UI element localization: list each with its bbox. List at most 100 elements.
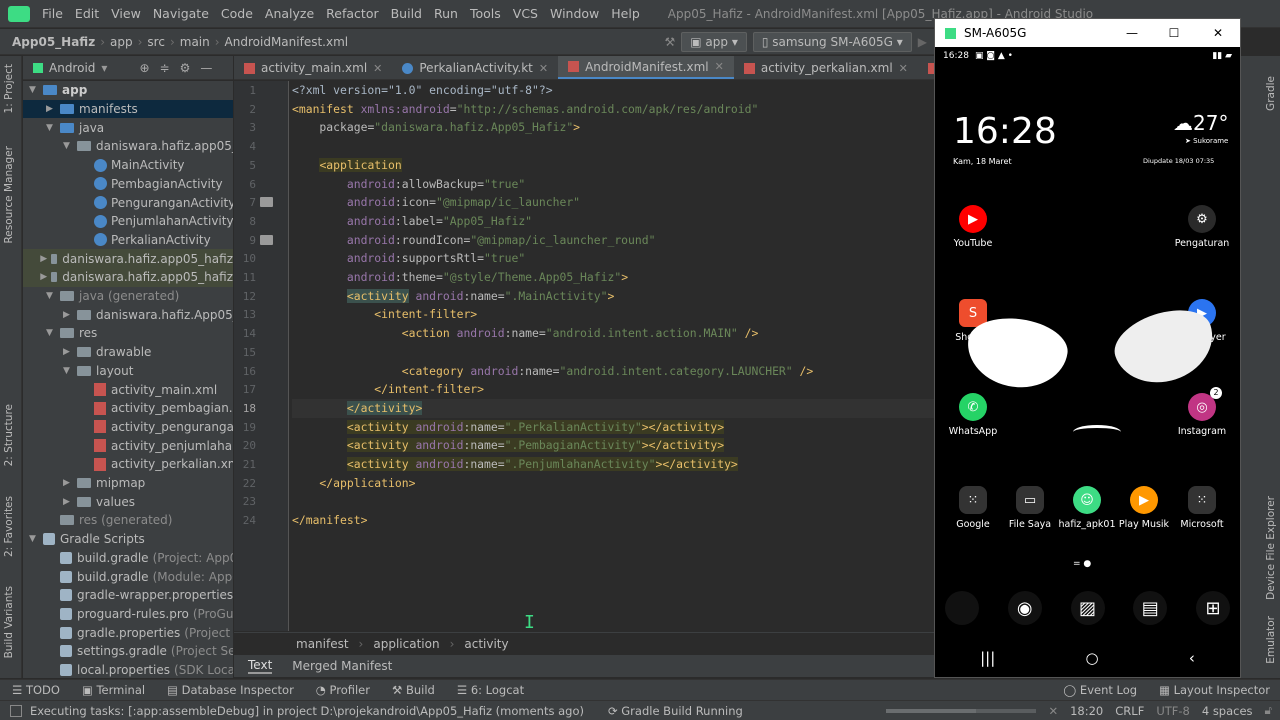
code-line[interactable]: android:label="App05_Hafiz" <box>292 212 532 231</box>
tab-text[interactable]: Text <box>248 658 273 674</box>
editor-tab[interactable]: activity_main.xml ✕ <box>234 56 392 79</box>
device-file-explorer-tab[interactable]: Device File Explorer <box>1265 496 1277 600</box>
project-tree-item[interactable]: ▼ java <box>23 118 104 137</box>
image-preview-icon[interactable] <box>260 234 273 245</box>
chevron-right-icon[interactable]: ▶ <box>63 493 73 511</box>
app-shortcut[interactable]: ✆ WhatsApp <box>943 393 1003 437</box>
chevron-down-icon[interactable]: ▼ <box>63 362 73 380</box>
code-line[interactable]: <activity android:name=".MainActivity"> <box>292 287 614 306</box>
code-line[interactable]: android:icon="@mipmap/ic_launcher" <box>292 193 580 212</box>
menu-item-run[interactable]: Run <box>428 6 464 21</box>
build-task-label[interactable]: ⟳ Gradle Build Running <box>608 704 743 718</box>
device-select[interactable]: ▯ samsung SM-A605G ▾ <box>752 31 912 52</box>
lock-icon[interactable]: 🔓︎ <box>1265 703 1272 718</box>
code-line[interactable]: </intent-filter> <box>292 380 484 399</box>
code-line[interactable]: <intent-filter> <box>292 305 477 324</box>
apps-grid-icon[interactable]: ⊞ <box>1196 591 1230 625</box>
run-config-select[interactable]: ▣ app ▾ <box>681 31 747 52</box>
camera-icon[interactable]: ◉ <box>1007 591 1042 625</box>
project-tree-item[interactable]: PenjumlahanActivity <box>23 212 233 231</box>
project-tree-item[interactable]: ▶ daniswara.hafiz.app05_hafiz <box>23 268 233 287</box>
layout-inspector-tab[interactable]: ▦ Layout Inspector <box>1159 683 1270 697</box>
structure-tab[interactable]: 2: Structure <box>3 404 15 466</box>
menu-item-window[interactable]: Window <box>544 6 605 21</box>
code-line[interactable]: <category android:name="android.intent.c… <box>292 362 814 381</box>
hammer-icon[interactable]: ⚒ <box>665 35 676 49</box>
project-tree-item[interactable]: ▶ manifests <box>23 99 233 119</box>
chevron-right-icon[interactable]: ▶ <box>63 306 73 324</box>
file-encoding[interactable]: UTF-8 <box>1156 704 1190 718</box>
code-line[interactable]: android:roundIcon="@mipmap/ic_launcher_r… <box>292 231 656 250</box>
code-line[interactable]: package="daniswara.hafiz.App05_Hafiz"> <box>292 118 580 137</box>
code-line[interactable]: <application <box>292 156 402 175</box>
close-icon[interactable]: ✕ <box>715 60 724 73</box>
menu-item-analyze[interactable]: Analyze <box>259 6 320 21</box>
xml-crumb-application[interactable]: application <box>373 637 439 651</box>
breadcrumb-file[interactable]: AndroidManifest.xml <box>221 35 353 49</box>
app-shortcut[interactable]: ⁙ Google <box>943 486 1003 530</box>
project-tree-item[interactable]: activity_pembagian.xml <box>23 399 233 418</box>
gradle-tool-tab[interactable]: Gradle <box>1265 76 1277 111</box>
app-shortcut[interactable]: ⁙ Microsoft <box>1172 486 1232 530</box>
project-tree-item[interactable]: res (generated) <box>23 511 172 530</box>
editor-tab[interactable]: AndroidManifest.xml ✕ <box>558 56 734 79</box>
menu-item-tools[interactable]: Tools <box>464 6 507 21</box>
code-line[interactable]: <activity android:name=".PerkalianActivi… <box>292 418 725 437</box>
code-line[interactable]: <manifest xmlns:android="http://schemas.… <box>292 100 758 119</box>
code-line[interactable]: android:allowBackup="true" <box>292 175 525 194</box>
messages-icon[interactable]: ▤ <box>1133 591 1168 625</box>
database-inspector-tab[interactable]: ▤ Database Inspector <box>167 683 294 697</box>
logcat-tab[interactable]: ☰ 6: Logcat <box>457 683 524 697</box>
code-line[interactable]: android:theme="@style/Theme.App05_Hafiz"… <box>292 268 628 287</box>
app-shortcut[interactable]: ▶ Play Musik <box>1114 486 1174 530</box>
chevron-down-icon[interactable]: ▼ <box>29 81 39 99</box>
menu-item-vcs[interactable]: VCS <box>507 6 544 21</box>
back-icon[interactable]: ‹ <box>1189 649 1195 667</box>
home-icon[interactable]: ○ <box>1086 649 1099 667</box>
chevron-right-icon[interactable]: ▶ <box>46 100 56 118</box>
emulator-tab[interactable]: Emulator <box>1265 616 1277 664</box>
todo-tab[interactable]: ☰ TODO <box>12 683 60 697</box>
project-tree-item[interactable]: MainActivity <box>23 156 185 175</box>
event-log-tab[interactable]: ◯ Event Log <box>1063 683 1137 697</box>
xml-crumb-manifest[interactable]: manifest <box>296 637 349 651</box>
project-tree-item[interactable]: ▶ drawable <box>23 343 151 362</box>
resource-manager-tab[interactable]: Resource Manager <box>3 146 15 244</box>
chevron-down-icon[interactable]: ▾ <box>101 61 107 75</box>
editor-tab[interactable]: activity_perkalian.xml ✕ <box>734 56 918 79</box>
menu-item-view[interactable]: View <box>105 6 147 21</box>
project-tree-item[interactable]: activity_pengurangan.xml <box>23 418 233 437</box>
gear-icon[interactable]: ⚙ <box>180 61 191 75</box>
chevron-down-icon[interactable]: ▼ <box>46 119 56 137</box>
project-tree-item[interactable]: ▶ daniswara.hafiz.app05_hafiz <box>23 249 233 268</box>
app-shortcut[interactable]: ◎ 2 Instagram <box>1172 387 1232 437</box>
project-tree-item[interactable]: ▼ res <box>23 324 97 343</box>
recent-apps-icon[interactable]: ||| <box>980 649 995 667</box>
xml-crumb-activity[interactable]: activity <box>464 637 508 651</box>
code-editor[interactable]: <?xml version="1.0" encoding="utf-8"?> <m… <box>290 81 934 631</box>
run-icon[interactable]: ▶ <box>918 35 927 49</box>
project-tree-item[interactable]: PerkalianActivity <box>23 231 211 250</box>
favorites-tab[interactable]: 2: Favorites <box>3 496 15 557</box>
menu-item-build[interactable]: Build <box>385 6 428 21</box>
project-tree-item[interactable]: gradle.properties(Project Prope <box>23 623 233 642</box>
project-tree-item[interactable]: settings.gradle(Project Settings <box>23 642 233 661</box>
app-shortcut[interactable]: ▭ File Saya <box>1000 486 1060 530</box>
code-line[interactable]: <action android:name="android.intent.act… <box>292 324 759 343</box>
gallery-icon[interactable]: ▨ <box>1070 591 1105 625</box>
menu-item-help[interactable]: Help <box>605 6 646 21</box>
target-icon[interactable]: ⊕ <box>139 61 149 75</box>
code-line[interactable]: </activity> <box>292 398 934 418</box>
breadcrumb-app[interactable]: app <box>106 35 137 49</box>
project-tree-item[interactable]: ▶ values <box>23 492 135 511</box>
editor-tab[interactable]: activity_pembagia✕ <box>918 56 934 79</box>
code-line[interactable]: <activity android:name=".PenjumlahanActi… <box>292 455 738 474</box>
status-toggle-icon[interactable] <box>10 704 22 717</box>
app-shortcut[interactable]: ☺ hafiz_apk01 <box>1057 486 1117 530</box>
close-icon[interactable]: ✕ <box>373 62 382 75</box>
build-tab[interactable]: ⚒ Build <box>392 683 435 697</box>
chevron-down-icon[interactable]: ▼ <box>46 287 56 305</box>
app-shortcut[interactable]: ▶ YouTube <box>943 205 1003 249</box>
breadcrumb-main[interactable]: main <box>176 35 214 49</box>
project-tree-item[interactable]: ▼ daniswara.hafiz.app05_hafiz <box>23 137 233 156</box>
